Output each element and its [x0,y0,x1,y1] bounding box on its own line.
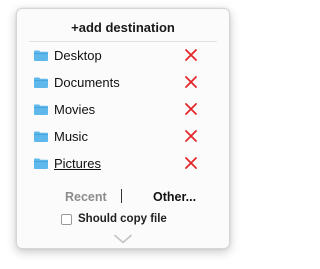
destination-label[interactable]: Desktop [54,48,102,63]
remove-x-icon[interactable] [184,156,198,170]
separator [121,189,122,203]
remove-x-icon[interactable] [184,75,198,89]
destination-list: Desktop Documents Movies Music Pictures [17,42,229,177]
destination-popover: +add destination Desktop Documents Movie… [16,8,230,249]
source-switcher: Recent Other... [17,189,229,207]
remove-x-icon[interactable] [184,129,198,143]
copy-file-checkbox[interactable] [61,213,72,225]
folder-icon [34,77,48,88]
folder-icon [34,131,48,142]
folder-icon [34,104,48,115]
destination-label[interactable]: Pictures [54,156,101,171]
copy-file-option[interactable]: Should copy file [61,212,167,226]
remove-x-icon[interactable] [184,102,198,116]
destination-item-music[interactable]: Music [17,123,229,150]
destination-item-documents[interactable]: Documents [17,69,229,96]
destination-label[interactable]: Documents [54,75,120,90]
chevron-down-icon[interactable] [113,234,133,244]
folder-icon [34,158,48,169]
recent-button[interactable]: Recent [65,190,107,204]
folder-icon [34,50,48,61]
destination-item-pictures[interactable]: Pictures [17,150,229,177]
destination-item-movies[interactable]: Movies [17,96,229,123]
add-destination-button[interactable]: +add destination [17,20,229,35]
destination-label[interactable]: Music [54,129,88,144]
remove-x-icon[interactable] [184,48,198,62]
copy-file-label[interactable]: Should copy file [78,213,167,225]
destination-label[interactable]: Movies [54,102,95,117]
destination-item-desktop[interactable]: Desktop [17,42,229,69]
other-button[interactable]: Other... [153,190,196,204]
